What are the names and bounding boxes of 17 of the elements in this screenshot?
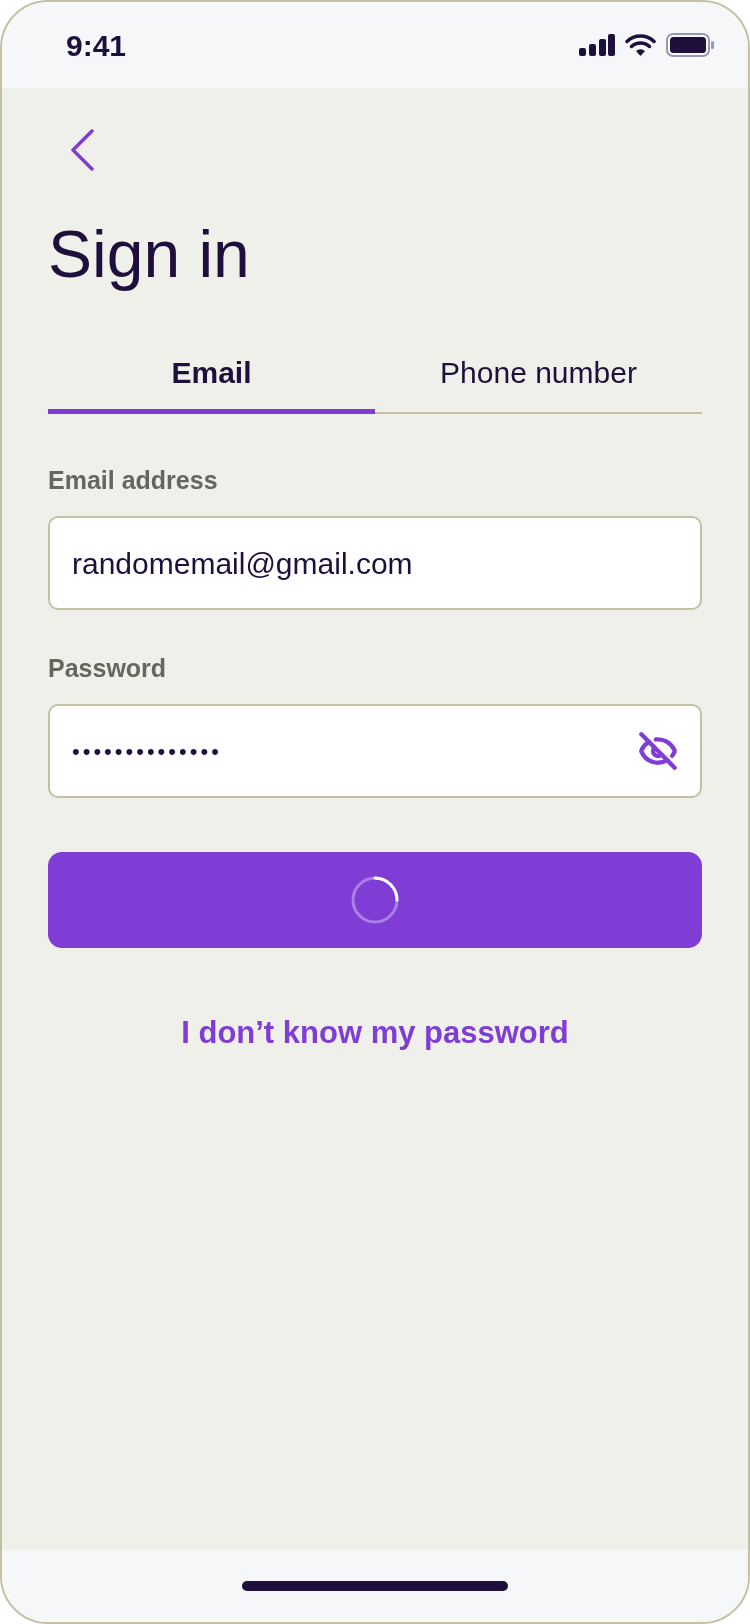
field-value: randomemail@gmail.com [72,545,414,582]
tab[interactable]: Phone number [375,344,702,414]
tab[interactable]: Email [48,344,375,414]
hide-password-icon[interactable] [638,731,678,771]
password-field[interactable]: •••••••••••••• [48,704,702,798]
battery-icon [666,33,714,57]
status-time: 9:41 [66,27,127,64]
page-title: Sign in [48,216,251,293]
field-label: Password [48,653,168,684]
forgot-password-link[interactable]: I don’t know my password [181,1010,569,1057]
loading-spinner-icon [350,875,400,925]
email-field[interactable]: randomemail@gmail.com [48,516,702,610]
back-chevron-icon [70,129,94,171]
wifi-icon [625,34,656,56]
field-value: •••••••••••••• [72,737,223,766]
field-label: Email address [48,465,219,496]
signal-icon [579,34,615,56]
